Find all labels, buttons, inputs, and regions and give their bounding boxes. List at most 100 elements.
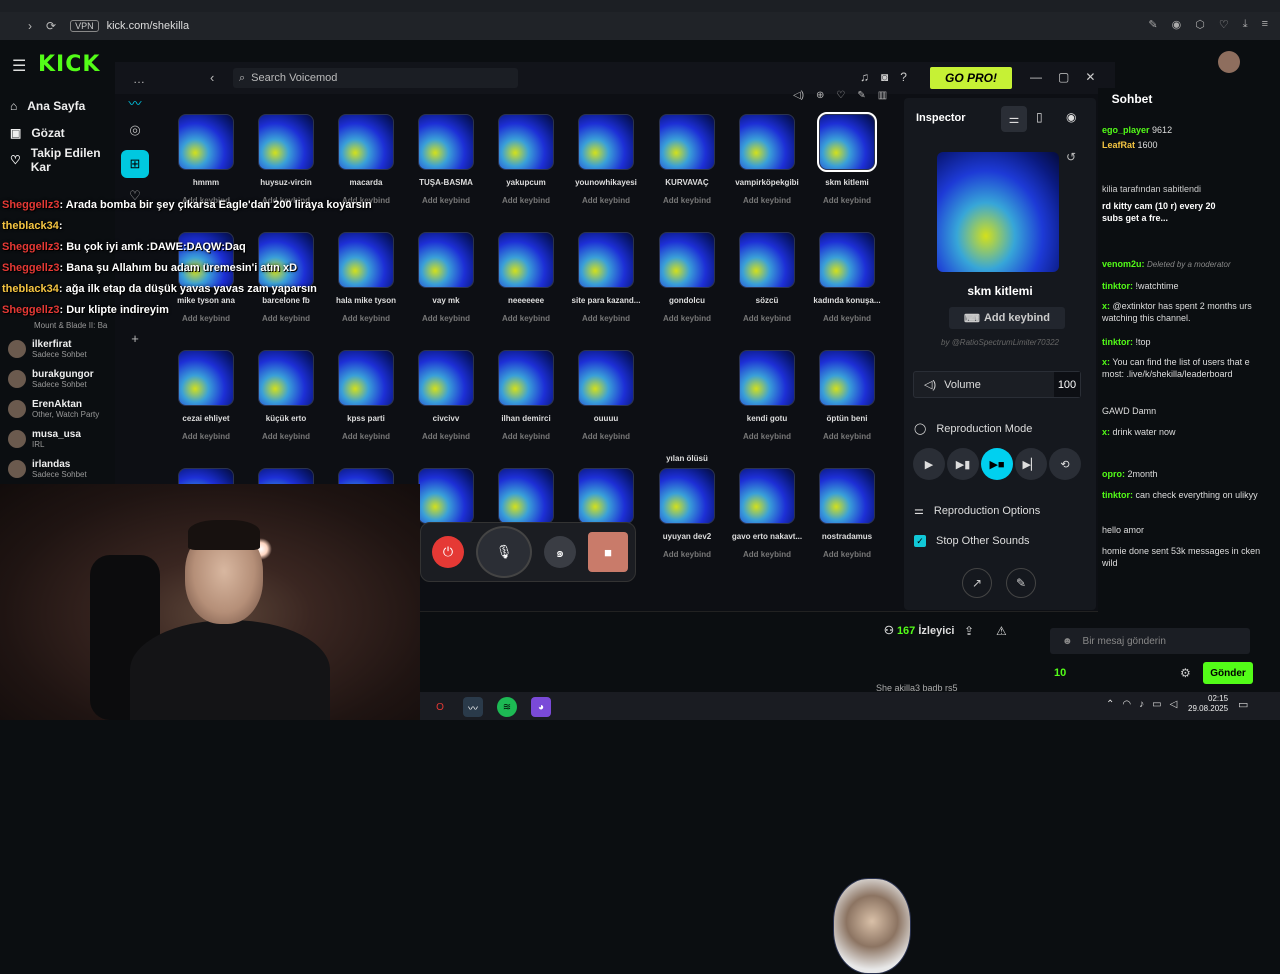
chat-user[interactable]: tinktor: — [1102, 490, 1133, 500]
sound-tile[interactable]: site para kazand... Add keybind — [566, 232, 646, 342]
volume-value[interactable]: 100 — [1054, 372, 1080, 397]
sound-thumbnail[interactable] — [418, 114, 474, 170]
back-icon[interactable]: ‹ — [210, 70, 214, 85]
sound-tile[interactable]: skm kitlemi Add keybind — [807, 112, 887, 224]
add-keybind-link[interactable]: Add keybind — [647, 314, 727, 323]
nav-following[interactable]: ♡ Takip Edilen Kar — [0, 146, 120, 174]
add-keybind-link[interactable]: Add keybind — [647, 196, 727, 205]
sound-tile[interactable]: vampirköpekgibi Add keybind — [727, 114, 807, 224]
pinned-message[interactable]: rd kitty cam (10 r) every 20 subs get a … — [1102, 200, 1232, 224]
sound-tile[interactable]: uyuyan dev2 Add keybind — [647, 468, 727, 578]
soundboard-icon[interactable]: ⊞ — [121, 150, 149, 178]
microphone-icon[interactable]: 🎙 — [476, 526, 532, 578]
favorite-icon[interactable]: ♡ — [836, 90, 845, 101]
close-icon[interactable]: ✕ — [1085, 70, 1095, 84]
clock[interactable]: 02:15 29.08.2025 — [1188, 694, 1228, 713]
sound-thumbnail[interactable] — [178, 114, 234, 170]
sound-thumbnail[interactable] — [578, 232, 634, 288]
sound-thumbnail[interactable] — [338, 114, 394, 170]
send-button[interactable]: Gönder — [1203, 662, 1253, 684]
add-icon[interactable]: + — [121, 324, 149, 352]
power-icon[interactable]: ⏻ — [432, 536, 464, 568]
go-pro-button[interactable]: GO PRO! — [930, 67, 1012, 89]
globe-icon[interactable]: ⊕ — [816, 90, 824, 101]
add-keybind-link[interactable]: Add keybind — [166, 432, 246, 441]
menu-icon[interactable]: ≡ — [1262, 18, 1268, 31]
sound-tile[interactable]: yakupcum Add keybind — [486, 114, 566, 224]
sound-tile[interactable]: KURVAVAÇ Add keybind — [647, 114, 727, 224]
play-once-button[interactable]: ▶ — [913, 448, 945, 480]
sound-tile[interactable]: sözcü Add keybind — [727, 232, 807, 342]
sound-tile[interactable]: vay mk Add keybind — [406, 232, 486, 342]
wifi-icon[interactable]: ◠ — [1122, 699, 1131, 710]
pencil-icon[interactable]: ✎ — [857, 90, 865, 101]
sound-tile[interactable]: kadında konuşa... Add keybind — [807, 232, 887, 342]
add-keybind-link[interactable]: Add keybind — [246, 314, 326, 323]
camera-icon[interactable]: ◉ — [1172, 18, 1182, 31]
sound-thumbnail[interactable] — [739, 232, 795, 288]
following-item[interactable]: ErenAktan Other, Watch Party — [0, 394, 112, 424]
sound-tile[interactable]: öptün beni Add keybind — [807, 350, 887, 460]
sound-thumbnail[interactable] — [578, 468, 634, 524]
sound-tile[interactable]: küçük erto Add keybind — [246, 350, 326, 460]
add-keybind-link[interactable]: Add keybind — [246, 432, 326, 441]
channel-points[interactable]: 10 — [1054, 667, 1066, 679]
search-input[interactable]: ⌕ Search Voicemod — [233, 68, 518, 88]
help-icon[interactable]: ? — [900, 70, 907, 84]
volume-tray-icon[interactable]: ◁ — [1170, 699, 1178, 710]
checkbox-checked[interactable]: ✓ — [914, 535, 926, 547]
sound-thumbnail[interactable] — [338, 232, 394, 288]
book-icon[interactable]: ▯ — [1036, 110, 1043, 124]
opera-icon[interactable]: O — [430, 697, 450, 717]
play-pause-button[interactable]: ▶▮ — [947, 448, 979, 480]
sound-thumbnail[interactable] — [418, 232, 474, 288]
sound-thumbnail[interactable] — [659, 232, 715, 288]
share-stream-icon[interactable]: ⇪ — [964, 624, 974, 638]
sound-thumbnail[interactable] — [819, 232, 875, 288]
add-keybind-link[interactable]: Add keybind — [406, 432, 486, 441]
sound-tile[interactable]: younowhikayesi Add keybind — [566, 114, 646, 224]
sound-tile[interactable]: civcivv Add keybind — [406, 350, 486, 460]
chat-user[interactable]: ego_player — [1102, 125, 1150, 135]
add-keybind-link[interactable]: Add keybind — [727, 314, 807, 323]
vpn-badge[interactable]: VPN — [70, 20, 99, 32]
sound-thumbnail[interactable] — [659, 468, 715, 524]
spotify-icon[interactable]: ≋ — [497, 697, 517, 717]
add-keybind-link[interactable]: Add keybind — [486, 196, 566, 205]
sound-thumbnail[interactable] — [659, 114, 715, 170]
following-item[interactable]: ilkerfirat Sadece Sohbet — [0, 334, 112, 364]
chat-user[interactable]: LeafRat — [1102, 140, 1135, 150]
add-keybind-link[interactable]: Add keybind — [406, 196, 486, 205]
following-item[interactable]: irlandas Sadece Sohbet — [0, 454, 112, 484]
add-keybind-link[interactable]: Add keybind — [807, 550, 887, 559]
chat-user[interactable]: tinktor: — [1102, 337, 1133, 347]
minimize-icon[interactable]: — — [1030, 70, 1042, 84]
sound-tile[interactable]: ouuuu Add keybind — [566, 350, 646, 460]
sliders-icon[interactable]: ⚌ — [1001, 106, 1027, 132]
sound-thumbnail[interactable] — [418, 468, 474, 524]
add-keybind-link[interactable]: Add keybind — [566, 432, 646, 441]
voicemod-logo-icon[interactable]: 〰 — [121, 88, 149, 116]
chat-user[interactable]: x: — [1102, 357, 1110, 367]
sound-thumbnail[interactable] — [418, 350, 474, 406]
reload-icon[interactable]: ⟳ — [46, 19, 56, 33]
add-keybind-link[interactable]: Add keybind — [807, 314, 887, 323]
app-icon[interactable]: ◕ — [531, 697, 551, 717]
volume-control[interactable]: ◁) Volume 100 — [913, 371, 1081, 398]
sound-tile[interactable]: neeeeeee Add keybind — [486, 232, 566, 342]
add-keybind-link[interactable]: Add keybind — [406, 314, 486, 323]
sound-tile[interactable]: nostradamus Add keybind — [807, 468, 887, 578]
play-stop-button[interactable]: ▶■ — [981, 448, 1013, 480]
add-keybind-link[interactable]: Add keybind — [566, 314, 646, 323]
compass-icon[interactable]: ◎ — [121, 116, 149, 144]
download-icon[interactable]: ⤓ — [1243, 18, 1248, 31]
sound-tile[interactable]: cezai ehliyet Add keybind — [166, 350, 246, 460]
sound-thumbnail[interactable] — [258, 350, 314, 406]
sound-thumbnail[interactable] — [819, 468, 875, 524]
add-keybind-button[interactable]: ⌨ Add keybind — [949, 307, 1065, 329]
voicemod-taskbar-icon[interactable]: 〰 — [463, 697, 483, 717]
sound-thumbnail[interactable] — [498, 468, 554, 524]
sound-thumbnail[interactable] — [578, 114, 634, 170]
edit-icon[interactable]: ✎ — [1148, 18, 1157, 31]
speaker-icon[interactable]: ◁) — [793, 90, 804, 101]
